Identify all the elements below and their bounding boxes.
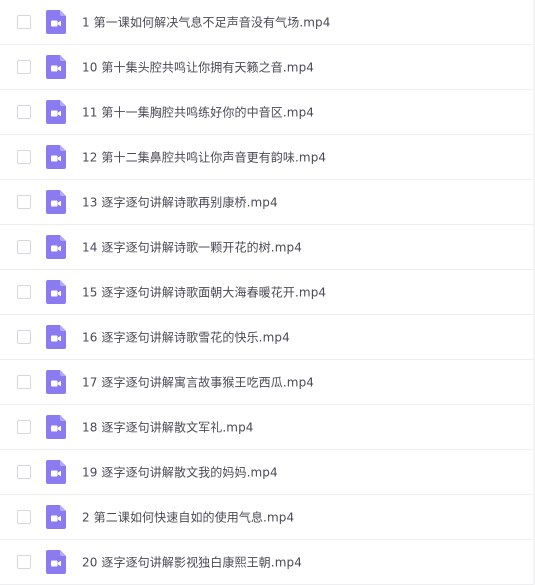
file-name: 12 第十二集鼻腔共鸣让你声音更有韵味.mp4	[82, 150, 327, 165]
row-checkbox[interactable]	[17, 240, 31, 254]
video-file-icon	[46, 370, 66, 394]
file-row[interactable]: 19 逐字逐句讲解散文我的妈妈.mp4	[0, 450, 533, 495]
video-file-icon	[46, 325, 66, 349]
row-checkbox[interactable]	[17, 195, 31, 209]
file-row[interactable]: 15 逐字逐句讲解诗歌面朝大海春暖花开.mp4	[0, 270, 533, 315]
file-name: 20 逐字逐句讲解影视独白康熙王朝.mp4	[82, 555, 302, 570]
video-file-icon	[46, 190, 66, 214]
row-checkbox[interactable]	[17, 285, 31, 299]
file-row[interactable]: 14 逐字逐句讲解诗歌一颗开花的树.mp4	[0, 225, 533, 270]
file-name: 13 逐字逐句讲解诗歌再别康桥.mp4	[82, 195, 278, 210]
row-checkbox[interactable]	[17, 150, 31, 164]
video-file-icon	[46, 415, 66, 439]
row-checkbox[interactable]	[17, 375, 31, 389]
file-name: 19 逐字逐句讲解散文我的妈妈.mp4	[82, 465, 278, 480]
file-name: 15 逐字逐句讲解诗歌面朝大海春暖花开.mp4	[82, 285, 327, 300]
file-name: 2 第二课如何快速自如的使用气息.mp4	[82, 510, 295, 525]
row-checkbox[interactable]	[17, 15, 31, 29]
video-file-icon	[46, 280, 66, 304]
file-row[interactable]: 13 逐字逐句讲解诗歌再别康桥.mp4	[0, 180, 533, 225]
file-list: 1 第一课如何解决气息不足声音没有气场.mp4 10 第十集头腔共鸣让你拥有天籁…	[0, 0, 535, 585]
file-row[interactable]: 11 第十一集胸腔共鸣练好你的中音区.mp4	[0, 90, 533, 135]
file-name: 17 逐字逐句讲解寓言故事猴王吃西瓜.mp4	[82, 375, 315, 390]
row-checkbox[interactable]	[17, 465, 31, 479]
file-row[interactable]: 2 第二课如何快速自如的使用气息.mp4	[0, 495, 533, 540]
file-name: 18 逐字逐句讲解散文军礼.mp4	[82, 420, 254, 435]
video-file-icon	[46, 10, 66, 34]
video-file-icon	[46, 55, 66, 79]
row-checkbox[interactable]	[17, 420, 31, 434]
file-name: 16 逐字逐句讲解诗歌雪花的快乐.mp4	[82, 330, 290, 345]
video-file-icon	[46, 550, 66, 574]
file-name: 11 第十一集胸腔共鸣练好你的中音区.mp4	[82, 105, 315, 120]
file-name: 14 逐字逐句讲解诗歌一颗开花的树.mp4	[82, 240, 302, 255]
video-file-icon	[46, 505, 66, 529]
file-row[interactable]: 10 第十集头腔共鸣让你拥有天籁之音.mp4	[0, 45, 533, 90]
video-file-icon	[46, 145, 66, 169]
file-name: 1 第一课如何解决气息不足声音没有气场.mp4	[82, 15, 331, 30]
row-checkbox[interactable]	[17, 510, 31, 524]
file-row[interactable]: 17 逐字逐句讲解寓言故事猴王吃西瓜.mp4	[0, 360, 533, 405]
row-checkbox[interactable]	[17, 555, 31, 569]
file-row[interactable]: 16 逐字逐句讲解诗歌雪花的快乐.mp4	[0, 315, 533, 360]
file-row[interactable]: 1 第一课如何解决气息不足声音没有气场.mp4	[0, 0, 533, 45]
video-file-icon	[46, 100, 66, 124]
file-row[interactable]: 20 逐字逐句讲解影视独白康熙王朝.mp4	[0, 540, 533, 585]
file-row[interactable]: 12 第十二集鼻腔共鸣让你声音更有韵味.mp4	[0, 135, 533, 180]
row-checkbox[interactable]	[17, 60, 31, 74]
video-file-icon	[46, 460, 66, 484]
row-checkbox[interactable]	[17, 105, 31, 119]
row-checkbox[interactable]	[17, 330, 31, 344]
file-name: 10 第十集头腔共鸣让你拥有天籁之音.mp4	[82, 60, 315, 75]
video-file-icon	[46, 235, 66, 259]
file-row[interactable]: 18 逐字逐句讲解散文军礼.mp4	[0, 405, 533, 450]
